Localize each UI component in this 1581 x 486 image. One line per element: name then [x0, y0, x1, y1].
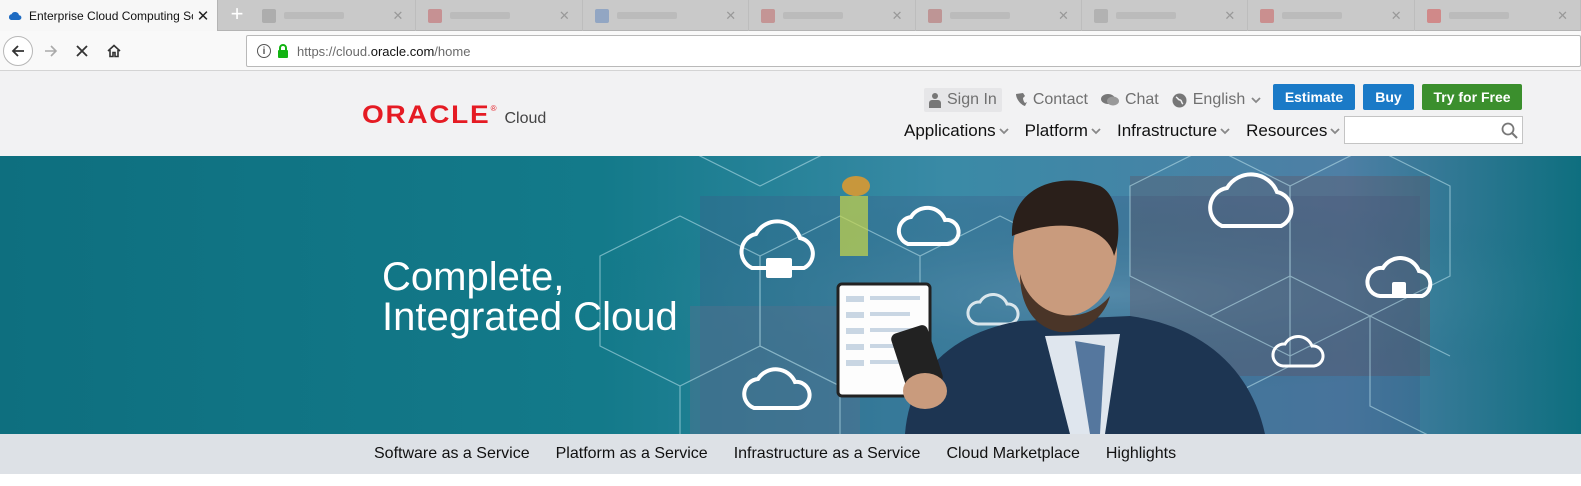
section-nav-highlights[interactable]: Highlights: [1106, 445, 1176, 463]
cloud-favicon-icon: [8, 11, 22, 20]
home-button[interactable]: [99, 36, 129, 66]
tab-title: Enterprise Cloud Computing So: [29, 8, 193, 23]
nav-label: Resources: [1246, 121, 1328, 140]
background-tab[interactable]: ✕: [749, 0, 916, 31]
arrow-right-icon: [45, 45, 58, 57]
browser-nav-bar: i https://cloud.oracle.com/home: [0, 31, 1581, 71]
background-tab[interactable]: ✕: [250, 0, 417, 31]
logo-wordmark: ORACLE: [362, 101, 491, 129]
try-for-free-button[interactable]: Try for Free: [1422, 84, 1522, 110]
stop-loading-button[interactable]: [67, 36, 97, 66]
background-tab[interactable]: ✕: [583, 0, 750, 31]
language-label: English: [1192, 91, 1246, 108]
estimate-button[interactable]: Estimate: [1273, 84, 1355, 110]
chevron-down-icon: [1091, 128, 1101, 135]
phone-icon: [1015, 93, 1027, 106]
person-icon: [929, 93, 941, 108]
chevron-down-icon: [1251, 97, 1261, 104]
search-icon[interactable]: [1501, 122, 1518, 139]
oracle-cloud-logo[interactable]: ORACLE ® Cloud: [362, 101, 546, 130]
address-bar[interactable]: i https://cloud.oracle.com/home: [246, 35, 1581, 67]
close-tab-icon[interactable]: ✕: [725, 8, 736, 24]
site-search-input[interactable]: [1344, 116, 1523, 144]
section-nav-iaas[interactable]: Infrastructure as a Service: [734, 445, 921, 463]
utility-links: Sign In Contact Chat English: [924, 87, 1274, 113]
tab-favicon-icon: [1093, 8, 1108, 23]
background-tab[interactable]: ✕: [1248, 0, 1415, 31]
section-nav-saas[interactable]: Software as a Service: [374, 445, 530, 463]
chevron-down-icon: [999, 128, 1009, 135]
nav-infrastructure[interactable]: Infrastructure: [1117, 121, 1230, 141]
close-tab-icon[interactable]: ✕: [1058, 8, 1069, 24]
chat-link[interactable]: Chat: [1100, 91, 1159, 109]
chevron-down-icon: [1330, 128, 1341, 135]
nav-resources[interactable]: Resources: [1246, 121, 1341, 141]
tab-favicon-icon: [428, 8, 443, 23]
hero-background-image: [0, 156, 1581, 434]
section-nav: Software as a Service Platform as a Serv…: [0, 434, 1581, 474]
tab-favicon-icon: [927, 8, 942, 23]
background-tab[interactable]: ✕: [1415, 0, 1581, 31]
info-icon[interactable]: i: [257, 44, 271, 58]
hero-headline: Complete, Integrated Cloud: [382, 257, 678, 337]
logo-registered-mark: ®: [490, 104, 497, 113]
logo-subtitle: Cloud: [504, 110, 547, 127]
nav-platform[interactable]: Platform: [1025, 121, 1101, 141]
close-tab-icon[interactable]: ✕: [1224, 8, 1235, 24]
close-tab-icon[interactable]: ✕: [892, 8, 903, 24]
hero-headline-line-2: Integrated Cloud: [382, 295, 678, 339]
lock-icon[interactable]: [277, 44, 289, 58]
buy-button[interactable]: Buy: [1363, 84, 1414, 110]
close-tab-icon[interactable]: ✕: [1391, 8, 1402, 24]
new-tab-button[interactable]: +: [226, 2, 248, 26]
nav-label: Platform: [1024, 121, 1088, 140]
nav-label: Applications: [904, 121, 996, 140]
hero-banner: Complete, Integrated Cloud: [0, 156, 1581, 434]
sign-in-link[interactable]: Sign In: [924, 88, 1002, 112]
tab-favicon-icon: [262, 8, 276, 23]
close-tab-icon[interactable]: ✕: [1557, 8, 1568, 24]
chat-label: Chat: [1124, 91, 1159, 108]
page-content-edge: [0, 474, 1581, 486]
close-tab-icon[interactable]: ✕: [559, 8, 570, 24]
hero-headline-line-1: Complete,: [382, 255, 565, 299]
language-selector[interactable]: English: [1172, 91, 1261, 109]
close-tab-icon[interactable]: ✕: [392, 8, 403, 24]
globe-icon: [1172, 93, 1187, 107]
url-text: https://cloud.oracle.com/home: [297, 43, 471, 59]
background-tabs: ✕ ✕ ✕ ✕ ✕ ✕ ✕ ✕: [250, 0, 1581, 31]
tab-favicon-icon: [594, 8, 609, 23]
background-tab[interactable]: ✕: [1082, 0, 1249, 31]
sign-in-label: Sign In: [947, 91, 997, 108]
close-tab-icon[interactable]: ✕: [193, 7, 213, 25]
stop-x-icon: [76, 45, 88, 57]
nav-applications[interactable]: Applications: [904, 121, 1009, 141]
section-nav-marketplace[interactable]: Cloud Marketplace: [946, 445, 1079, 463]
section-nav-paas[interactable]: Platform as a Service: [556, 445, 708, 463]
background-tab[interactable]: ✕: [416, 0, 583, 31]
site-header: ORACLE ® Cloud Sign In Contact Chat Engl…: [0, 71, 1581, 156]
back-button[interactable]: [3, 36, 33, 66]
tab-favicon-icon: [1426, 8, 1441, 23]
chat-bubbles-icon: [1100, 94, 1119, 106]
browser-tab-active[interactable]: Enterprise Cloud Computing So ✕: [0, 0, 218, 31]
background-tab[interactable]: ✕: [916, 0, 1082, 31]
chevron-down-icon: [1220, 128, 1230, 135]
browser-tab-bar: Enterprise Cloud Computing So ✕ + ✕ ✕ ✕ …: [0, 0, 1581, 31]
nav-label: Infrastructure: [1116, 121, 1218, 140]
home-icon: [107, 44, 121, 58]
tab-favicon-icon: [1260, 8, 1275, 23]
tab-favicon-icon: [761, 8, 776, 23]
arrow-left-icon: [11, 45, 24, 57]
forward-button[interactable]: [36, 36, 66, 66]
contact-label: Contact: [1032, 91, 1088, 108]
main-nav: Applications Platform Infrastructure Res…: [904, 119, 1356, 143]
contact-link[interactable]: Contact: [1015, 91, 1088, 109]
